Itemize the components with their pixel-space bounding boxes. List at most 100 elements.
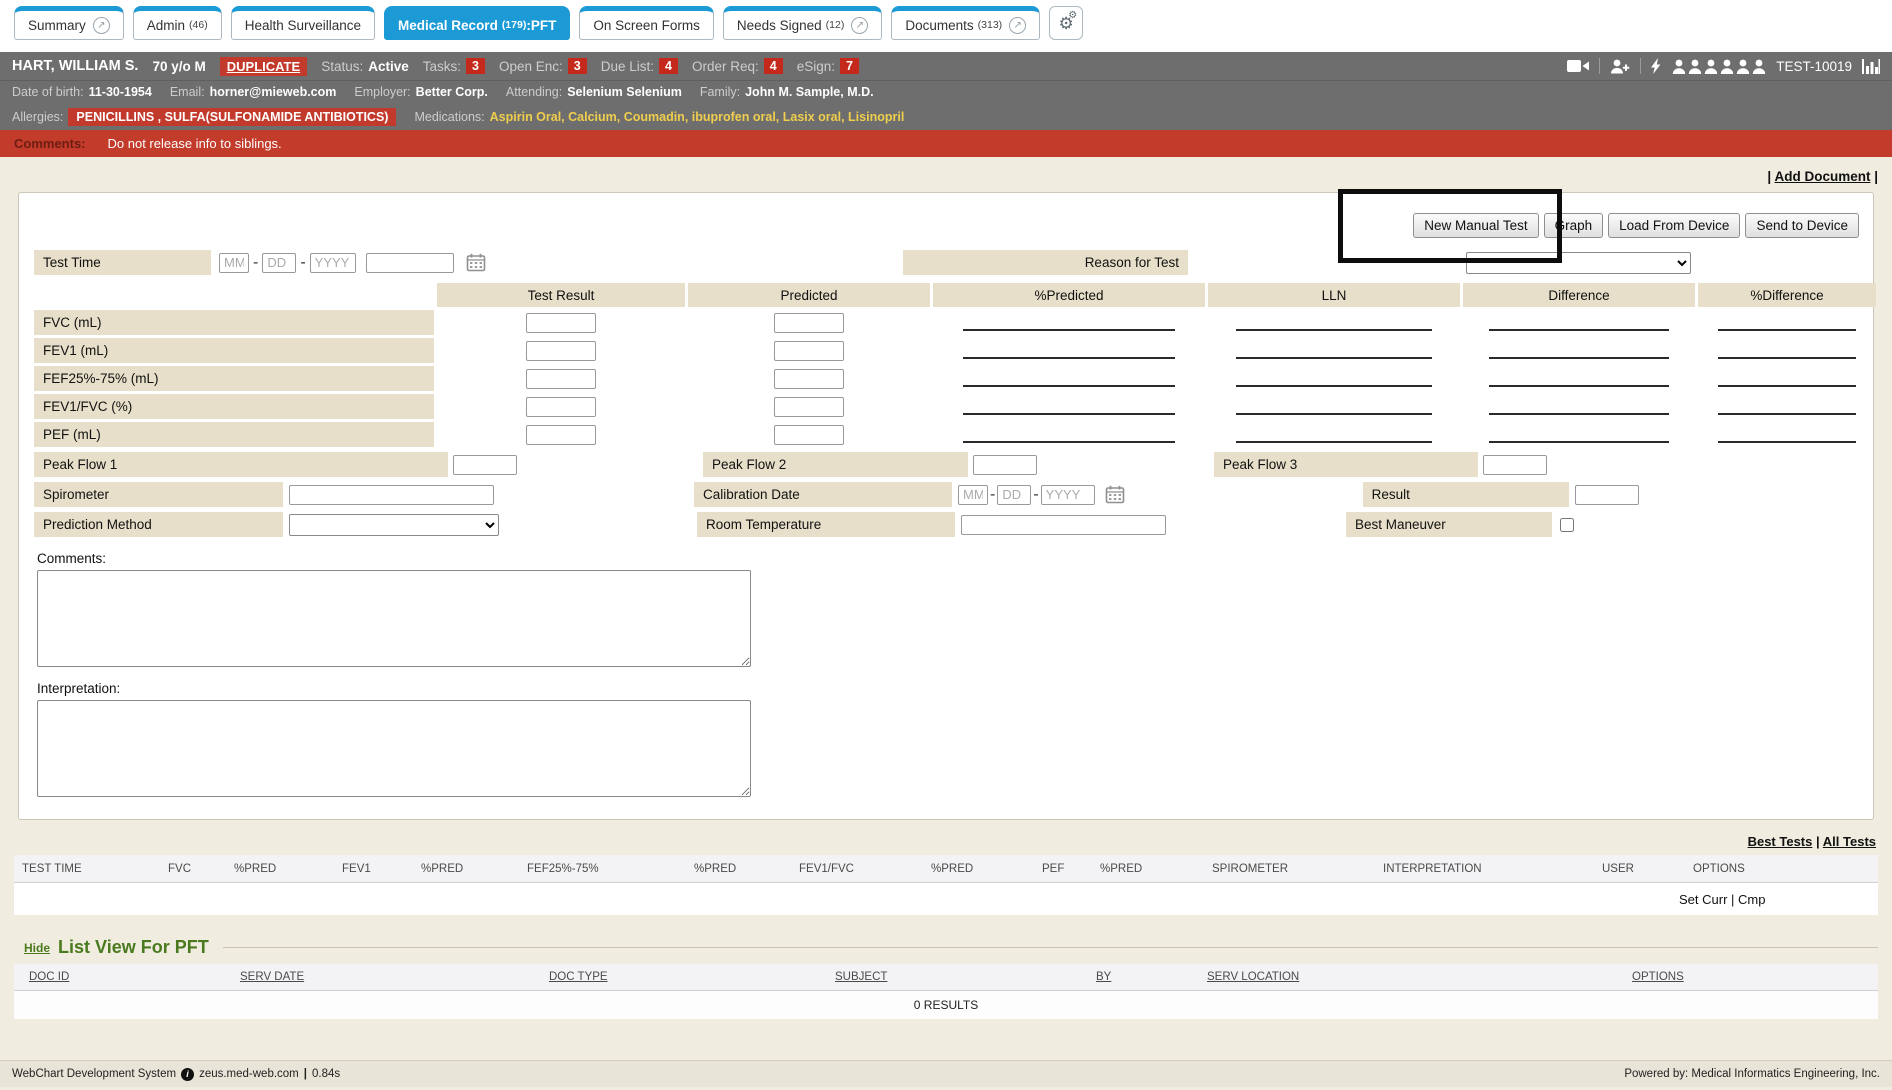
attending-value: Selenium Selenium (567, 85, 682, 99)
peak-flow-3-input[interactable] (1483, 455, 1547, 475)
pef-test-result-input[interactable] (526, 425, 596, 445)
chart-icon[interactable] (1862, 59, 1880, 74)
info-icon[interactable]: i (181, 1068, 194, 1081)
calendar-icon[interactable] (1105, 485, 1125, 504)
calibration-month-input[interactable] (958, 485, 988, 505)
peak-flow-1-input[interactable] (453, 455, 517, 475)
tab-documents[interactable]: Documents (313) ↗ (891, 6, 1040, 40)
add-person-icon[interactable] (1610, 59, 1630, 74)
col-serv-date[interactable]: SERV DATE (240, 971, 549, 983)
settings-button[interactable]: ⚙ ⚙ (1049, 6, 1083, 40)
col-doc-id[interactable]: DOC ID (29, 971, 240, 983)
fev1-lln-line (1236, 357, 1433, 359)
result-input[interactable] (1575, 485, 1639, 505)
due-list-badge[interactable]: 4 (659, 58, 678, 74)
divider (1599, 58, 1600, 74)
fev1-fvc-test-result-input[interactable] (526, 397, 596, 417)
reason-for-test-select[interactable] (1466, 252, 1691, 274)
video-camera-icon[interactable] (1567, 59, 1589, 73)
fev1-percent-predicted-line (963, 357, 1175, 359)
tab-summary[interactable]: Summary ↗ (14, 6, 124, 40)
col-user: USER (1602, 863, 1693, 875)
col-subject[interactable]: SUBJECT (835, 971, 1096, 983)
tab-medical-record[interactable]: Medical Record (179) :PFT (384, 6, 570, 40)
lightning-icon[interactable] (1651, 58, 1662, 74)
pft-toolbar: New Manual Test Graph Load From Device S… (19, 213, 1859, 238)
test-time-year-input[interactable] (310, 253, 356, 273)
col-list-options[interactable]: OPTIONS (1632, 971, 1878, 983)
new-manual-test-button[interactable]: New Manual Test (1413, 213, 1538, 238)
fev1-test-result-input[interactable] (526, 341, 596, 361)
tab-label: Health Surveillance (245, 18, 361, 33)
load-from-device-button[interactable]: Load From Device (1608, 213, 1740, 238)
popout-icon[interactable]: ↗ (851, 17, 868, 34)
fef-predicted-input[interactable] (774, 369, 844, 389)
email-value[interactable]: horner@mieweb.com (210, 85, 337, 99)
col-serv-location[interactable]: SERV LOCATION (1207, 971, 1632, 983)
add-document-link[interactable]: Add Document (1774, 169, 1870, 184)
pft-row-fev1: FEV1 (mL) (34, 338, 1858, 363)
order-req-badge[interactable]: 4 (764, 58, 783, 74)
allergies-label: Allergies: (12, 110, 63, 124)
fev1-predicted-input[interactable] (774, 341, 844, 361)
list-view-header-row: DOC ID SERV DATE DOC TYPE SUBJECT BY SER… (14, 964, 1878, 991)
patient-summary-row: HART, WILLIAM S. 70 y/o M DUPLICATE Stat… (0, 52, 1892, 80)
fvc-difference-line (1489, 329, 1670, 331)
esign-badge[interactable]: 7 (840, 58, 859, 74)
interpretation-textarea[interactable] (37, 700, 751, 797)
tab-health-surveillance[interactable]: Health Surveillance (231, 6, 375, 40)
pef-predicted-input[interactable] (774, 425, 844, 445)
fvc-predicted-input[interactable] (774, 313, 844, 333)
col-by[interactable]: BY (1096, 971, 1207, 983)
peak-flow-1-label: Peak Flow 1 (34, 452, 448, 477)
medications-list[interactable]: Aspirin Oral, Calcium, Coumadin, ibuprof… (490, 110, 905, 124)
calibration-day-input[interactable] (997, 485, 1031, 505)
result-label: Result (1363, 482, 1569, 507)
calendar-icon[interactable] (466, 253, 486, 272)
col-pef: PEF (1042, 863, 1100, 875)
peak-flow-2-input[interactable] (973, 455, 1037, 475)
col-test-time: TEST TIME (22, 863, 168, 875)
hide-link[interactable]: Hide (24, 941, 50, 955)
best-maneuver-checkbox[interactable] (1560, 518, 1574, 532)
patient-avatars[interactable] (1672, 59, 1766, 74)
graph-button[interactable]: Graph (1544, 213, 1604, 238)
test-time-day-input[interactable] (262, 253, 296, 273)
tab-label: Needs Signed (737, 18, 822, 33)
fvc-percent-predicted-line (963, 329, 1175, 331)
interpretation-field-label: Interpretation: (37, 681, 1873, 696)
patient-allergies-row: Allergies: PENICILLINS , SULFA(SULFONAMI… (0, 103, 1892, 130)
tab-count: (46) (189, 19, 208, 31)
allergies-badge[interactable]: PENICILLINS , SULFA(SULFONAMIDE ANTIBIOT… (68, 108, 396, 126)
col-doc-type[interactable]: DOC TYPE (549, 971, 835, 983)
tab-admin[interactable]: Admin (46) (133, 6, 222, 40)
fef-test-result-input[interactable] (526, 369, 596, 389)
calibration-year-input[interactable] (1041, 485, 1095, 505)
family-value: John M. Sample, M.D. (745, 85, 874, 99)
room-temperature-input[interactable] (961, 515, 1166, 535)
tab-label: Documents (905, 18, 973, 33)
fvc-test-result-input[interactable] (526, 313, 596, 333)
comments-textarea[interactable] (37, 570, 751, 667)
best-tests-link[interactable]: Best Tests (1748, 834, 1813, 849)
open-enc-badge[interactable]: 3 (568, 58, 587, 74)
dob-label: Date of birth: (12, 85, 84, 99)
spirometer-input[interactable] (289, 485, 494, 505)
col-pef-pred: %PRED (1100, 863, 1212, 875)
tasks-badge[interactable]: 3 (466, 58, 485, 74)
test-time-time-input[interactable] (366, 253, 454, 273)
send-to-device-button[interactable]: Send to Device (1745, 213, 1859, 238)
tab-on-screen-forms[interactable]: On Screen Forms (579, 6, 714, 40)
tab-needs-signed[interactable]: Needs Signed (12) ↗ (723, 6, 883, 40)
set-curr-cmp-links[interactable]: Set Curr | Cmp (1679, 892, 1765, 907)
all-tests-link[interactable]: All Tests (1823, 834, 1876, 849)
prediction-method-select[interactable] (289, 514, 499, 536)
popout-icon[interactable]: ↗ (93, 17, 110, 34)
col-fef-pred: %PRED (694, 863, 799, 875)
popout-icon[interactable]: ↗ (1009, 17, 1026, 34)
duplicate-badge[interactable]: DUPLICATE (220, 57, 307, 76)
fev1-fvc-predicted-input[interactable] (774, 397, 844, 417)
test-time-month-input[interactable] (219, 253, 249, 273)
footer-load-time: 0.84s (312, 1068, 340, 1080)
pft-row-fev1-fvc: FEV1/FVC (%) (34, 394, 1858, 419)
